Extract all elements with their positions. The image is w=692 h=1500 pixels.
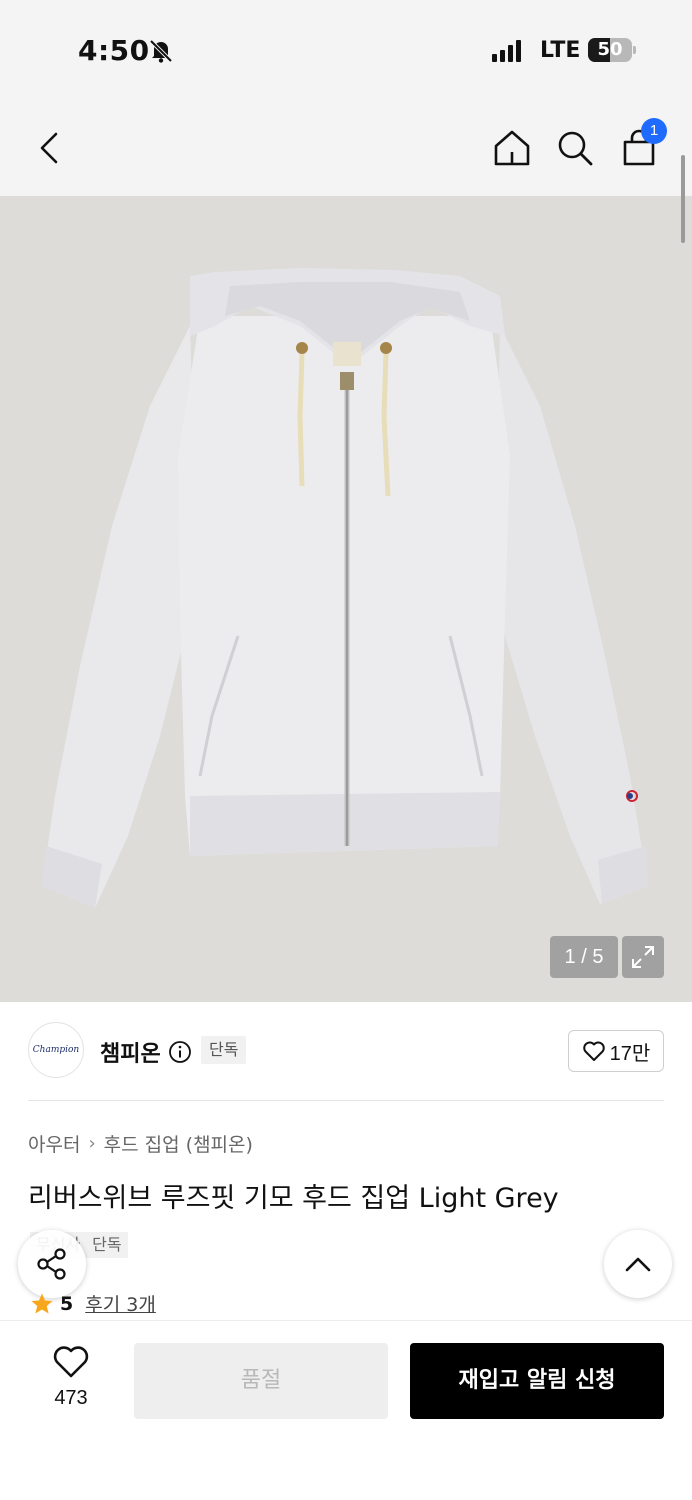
- brand-like-count: 17만: [609, 1042, 651, 1065]
- restock-alert-button[interactable]: 재입고 알림 신청: [410, 1343, 664, 1419]
- expand-icon: [632, 946, 654, 968]
- rating-row: 5 후기 3개: [30, 1290, 156, 1317]
- brand-logo[interactable]: Champion: [28, 1022, 84, 1078]
- brand-like-button[interactable]: 17만: [568, 1030, 664, 1072]
- product-image: [42, 268, 648, 908]
- bottom-action-bar: 473 품절 재입고 알림 신청: [0, 1320, 692, 1500]
- share-icon: [37, 1248, 66, 1280]
- breadcrumb-separator: ›: [88, 1133, 96, 1154]
- scrollbar[interactable]: [681, 155, 685, 243]
- breadcrumb-subcategory[interactable]: 후드 집업 (챔피온): [104, 1130, 253, 1157]
- bell-slash-icon: [149, 39, 173, 63]
- search-button[interactable]: [551, 124, 599, 172]
- product-title: 리버스위브 루즈핏 기모 후드 집업 Light Grey: [28, 1183, 559, 1214]
- tag-exclusive: 단독: [86, 1232, 128, 1258]
- wishlist-button[interactable]: 473: [36, 1345, 106, 1425]
- brand-logo-text: Champion: [32, 1045, 80, 1055]
- back-button[interactable]: [26, 124, 74, 172]
- cart-badge: 1: [641, 118, 667, 144]
- rating-value: 5: [60, 1292, 74, 1315]
- battery-icon: 50: [588, 38, 632, 62]
- brand-row: Champion 챔피온 단독 17만: [0, 1002, 692, 1100]
- home-button[interactable]: [488, 124, 536, 172]
- exclusive-tag: 단독: [201, 1036, 247, 1064]
- scroll-to-top-button[interactable]: [604, 1230, 672, 1298]
- share-button[interactable]: [18, 1230, 86, 1298]
- heart-icon: [582, 1041, 605, 1061]
- info-icon[interactable]: [168, 1040, 192, 1064]
- battery-nub: [633, 46, 636, 54]
- heart-icon: [53, 1346, 89, 1378]
- expand-image-button[interactable]: [622, 936, 664, 978]
- status-time: 4:50: [78, 34, 150, 67]
- divider: [28, 1100, 664, 1101]
- brand-name[interactable]: 챔피온: [100, 1036, 161, 1068]
- product-image-gallery[interactable]: 1 / 5: [0, 196, 692, 1002]
- chevron-left-icon: [40, 132, 58, 164]
- wishlist-count: 473: [54, 1387, 88, 1409]
- battery-level: 50: [597, 39, 623, 60]
- search-icon: [558, 131, 593, 166]
- star-icon: [31, 1293, 53, 1313]
- chevron-up-icon: [625, 1257, 651, 1272]
- review-link[interactable]: 후기 3개: [85, 1290, 156, 1317]
- cart-button[interactable]: 1: [615, 118, 667, 172]
- nav-bar: 1: [0, 100, 692, 196]
- image-counter: 1 / 5: [550, 936, 618, 978]
- soldout-button[interactable]: 품절: [134, 1343, 388, 1419]
- breadcrumb-category[interactable]: 아우터: [28, 1130, 80, 1157]
- signal-icon: [492, 40, 521, 62]
- network-type: LTE: [540, 38, 581, 63]
- home-icon: [494, 130, 530, 166]
- status-bar: 4:50 LTE 50: [0, 0, 692, 100]
- breadcrumb: 아우터 › 후드 집업 (챔피온): [28, 1130, 253, 1157]
